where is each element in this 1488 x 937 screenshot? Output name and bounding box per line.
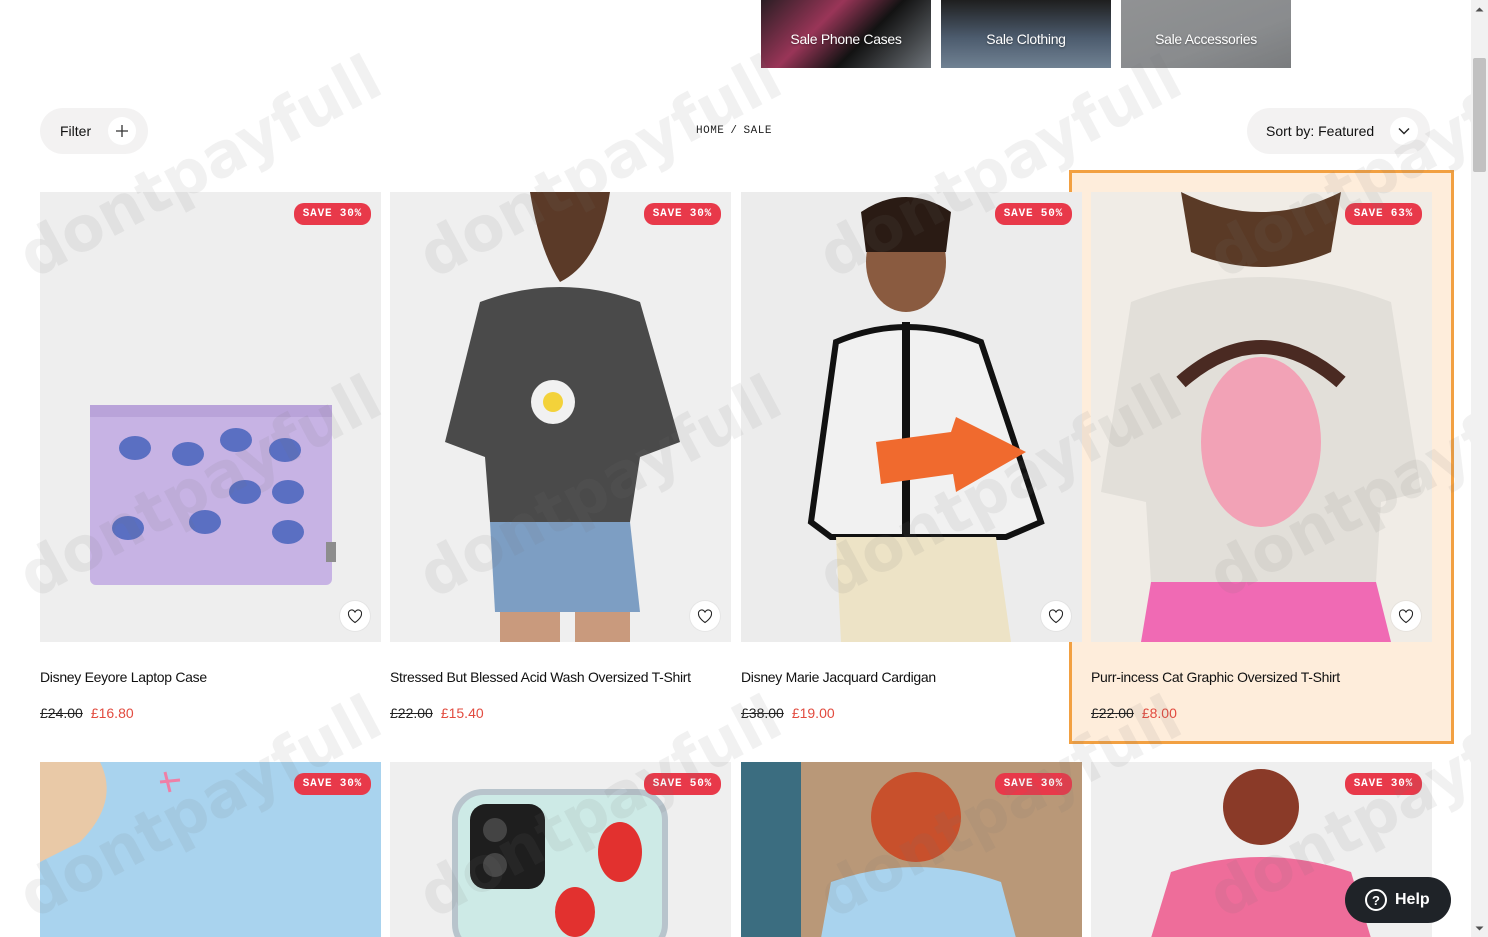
discount-badge: SAVE 30% bbox=[293, 203, 371, 225]
laptop-case-illustration bbox=[90, 405, 336, 585]
breadcrumb-home-link[interactable]: HOME bbox=[696, 125, 724, 137]
sale-category-tiles: Sale Phone Cases Sale Clothing Sale Acce… bbox=[761, 0, 1291, 68]
discount-badge: SAVE 63% bbox=[1344, 203, 1422, 225]
scroll-up-arrow-icon[interactable] bbox=[1471, 0, 1488, 17]
product-name[interactable]: Purr-incess Cat Graphic Oversized T-Shir… bbox=[1091, 669, 1432, 685]
help-label: Help bbox=[1395, 891, 1430, 908]
discount-badge: SAVE 30% bbox=[994, 773, 1072, 795]
product-prices: £22.00 £15.40 bbox=[390, 705, 731, 721]
sale-price: £15.40 bbox=[440, 705, 484, 721]
scroll-down-arrow-icon[interactable] bbox=[1471, 920, 1488, 937]
product-image[interactable]: SAVE 63% bbox=[1091, 192, 1432, 642]
discount-badge: SAVE 30% bbox=[643, 203, 721, 225]
category-tile-clothing[interactable]: Sale Clothing bbox=[941, 0, 1111, 68]
discount-badge: SAVE 50% bbox=[643, 773, 721, 795]
heart-icon[interactable] bbox=[690, 601, 720, 631]
plus-icon bbox=[108, 117, 136, 145]
filter-button[interactable]: Filter bbox=[40, 108, 148, 154]
chevron-down-icon bbox=[1390, 117, 1418, 145]
category-label: Sale Accessories bbox=[1155, 31, 1257, 47]
product-card[interactable]: SAVE 30% bbox=[40, 762, 381, 937]
product-card[interactable]: SAVE 30% bbox=[741, 762, 1082, 937]
product-image[interactable]: SAVE 30% bbox=[40, 192, 381, 642]
category-tile-phone-cases[interactable]: Sale Phone Cases bbox=[761, 0, 931, 68]
product-image[interactable]: SAVE 30% bbox=[741, 762, 1082, 937]
product-card[interactable]: SAVE 63% Purr-incess Cat Graphic Oversiz… bbox=[1091, 192, 1432, 721]
product-card[interactable]: SAVE 30% Stressed But Blessed Acid Wash … bbox=[390, 192, 731, 721]
sort-label: Sort by: Featured bbox=[1266, 123, 1375, 139]
sale-price: £8.00 bbox=[1141, 705, 1177, 721]
category-label: Sale Phone Cases bbox=[790, 31, 902, 47]
category-label: Sale Clothing bbox=[986, 31, 1066, 47]
product-prices: £24.00 £16.80 bbox=[40, 705, 381, 721]
product-prices: £38.00 £19.00 bbox=[741, 705, 1082, 721]
t-shirt-model-illustration bbox=[445, 192, 680, 642]
product-image[interactable]: SAVE 50% bbox=[741, 192, 1082, 642]
product-image[interactable]: SAVE 30% bbox=[40, 762, 381, 937]
product-card[interactable]: SAVE 50% Disney Marie Jacquard Cardigan … bbox=[741, 192, 1082, 721]
scrollbar[interactable] bbox=[1471, 0, 1488, 937]
sort-dropdown[interactable]: Sort by: Featured bbox=[1247, 108, 1430, 154]
heart-icon[interactable] bbox=[340, 601, 370, 631]
product-name[interactable]: Disney Eeyore Laptop Case bbox=[40, 669, 381, 685]
original-price: £24.00 bbox=[40, 705, 83, 721]
help-button[interactable]: ? Help bbox=[1345, 877, 1451, 923]
discount-badge: SAVE 30% bbox=[293, 773, 371, 795]
discount-badge: SAVE 50% bbox=[994, 203, 1072, 225]
original-price: £38.00 bbox=[741, 705, 784, 721]
cardigan-model-illustration bbox=[807, 197, 1045, 642]
original-price: £22.00 bbox=[1091, 705, 1134, 721]
original-price: £22.00 bbox=[390, 705, 433, 721]
product-image[interactable]: SAVE 30% bbox=[390, 192, 731, 642]
product-name[interactable]: Disney Marie Jacquard Cardigan bbox=[741, 669, 1082, 685]
product-card[interactable]: SAVE 50% bbox=[390, 762, 731, 937]
heart-icon[interactable] bbox=[1391, 601, 1421, 631]
discount-badge: SAVE 30% bbox=[1344, 773, 1422, 795]
product-image[interactable]: SAVE 50% bbox=[390, 762, 731, 937]
sale-price: £19.00 bbox=[791, 705, 835, 721]
category-tile-accessories[interactable]: Sale Accessories bbox=[1121, 0, 1291, 68]
breadcrumb-separator: / bbox=[730, 125, 738, 137]
heart-icon[interactable] bbox=[1041, 601, 1071, 631]
product-prices: £22.00 £8.00 bbox=[1091, 705, 1432, 721]
filter-label: Filter bbox=[60, 123, 92, 139]
help-icon: ? bbox=[1365, 889, 1387, 911]
scrollbar-thumb[interactable] bbox=[1473, 58, 1486, 172]
breadcrumb-current: SALE bbox=[743, 125, 772, 137]
t-shirt-model-illustration bbox=[1101, 192, 1421, 642]
product-name[interactable]: Stressed But Blessed Acid Wash Oversized… bbox=[390, 669, 731, 685]
breadcrumb: HOME / SALE bbox=[696, 125, 772, 137]
sale-price: £16.80 bbox=[90, 705, 134, 721]
product-card[interactable]: SAVE 30% Disney Eeyore Laptop Case £24.0… bbox=[40, 192, 381, 721]
